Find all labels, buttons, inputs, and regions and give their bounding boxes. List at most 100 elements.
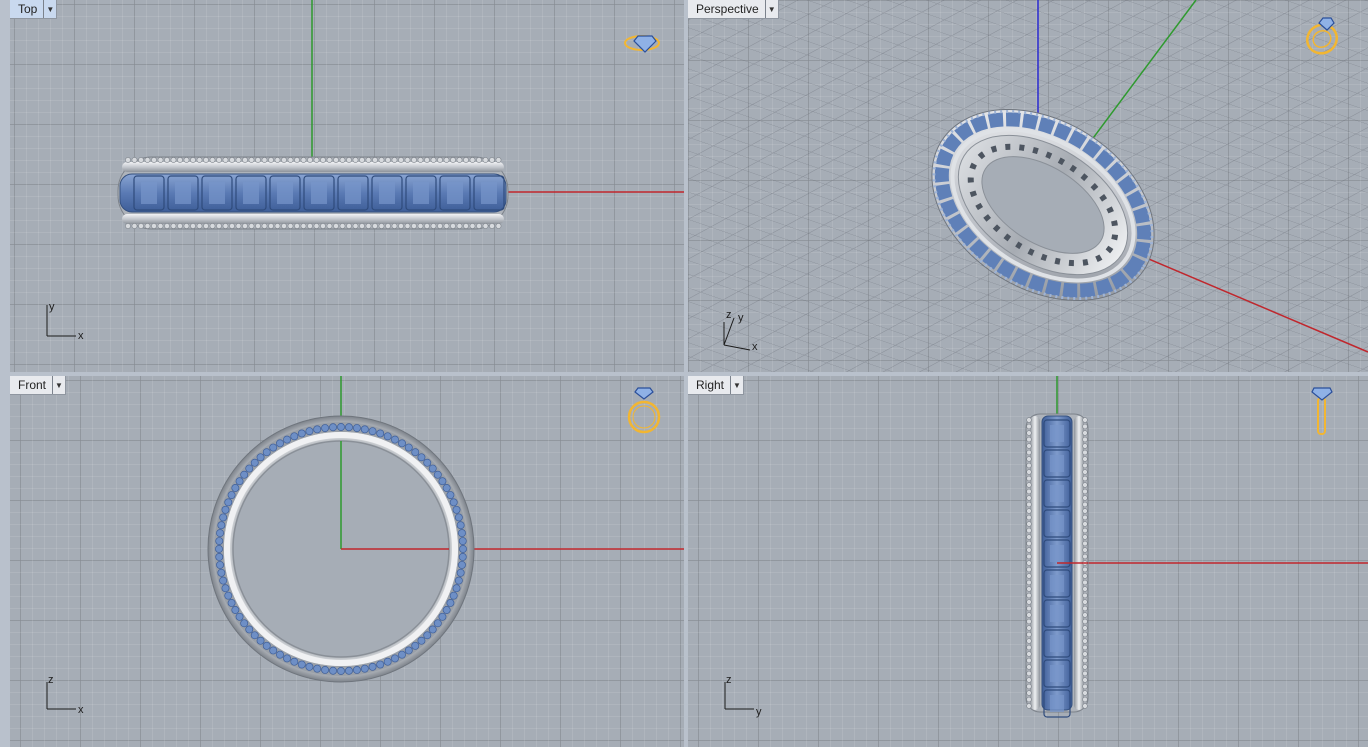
pave-stone	[345, 666, 353, 675]
pave-stone	[290, 657, 299, 666]
pave-stone	[216, 529, 224, 538]
viewport-top[interactable]: y x Top ▼	[10, 0, 684, 372]
gem-facet	[243, 182, 259, 204]
pave-stone	[333, 223, 339, 229]
pave-stone	[1082, 553, 1088, 560]
pave-stone	[151, 223, 157, 229]
viewport-tab-top[interactable]: Top ▼	[10, 0, 58, 19]
pave-stone	[1082, 501, 1088, 508]
pave-stone	[1026, 423, 1032, 430]
pave-stone	[215, 537, 224, 545]
pave-stone	[1026, 664, 1032, 670]
pave-stone	[489, 223, 495, 229]
pave-stone	[417, 636, 426, 645]
pave-stone	[1082, 690, 1088, 696]
pave-stone	[1026, 592, 1032, 599]
ring-top-view	[117, 156, 509, 230]
pave-stone	[326, 223, 333, 229]
pave-stone	[245, 464, 254, 473]
pave-stone	[313, 223, 320, 229]
gem-facet	[1050, 665, 1064, 682]
pave-stone	[1026, 527, 1032, 534]
pave-stone	[287, 223, 294, 229]
pave-stone	[1082, 586, 1088, 592]
pave-stone	[209, 223, 216, 229]
viewport-tab-right[interactable]: Right ▼	[688, 376, 745, 395]
gem-facet	[1050, 455, 1064, 472]
pave-stone	[261, 157, 268, 163]
caret-down-icon[interactable]: ▼	[764, 0, 778, 18]
pave-stone	[125, 223, 131, 229]
ring-orientation-icon[interactable]	[624, 384, 664, 438]
pave-stone	[287, 157, 294, 163]
caret-down-icon[interactable]: ▼	[730, 376, 743, 394]
pave-stone	[443, 223, 450, 229]
viewport-tab-perspective[interactable]: Perspective ▼	[688, 0, 779, 19]
pave-stone	[131, 157, 138, 163]
pave-stone	[346, 223, 352, 229]
gem-facet	[1050, 635, 1064, 652]
ring-orientation-icon[interactable]	[1308, 384, 1338, 440]
pave-stone	[1082, 423, 1088, 430]
pave-stone	[383, 657, 392, 666]
pave-stone	[489, 157, 495, 163]
pave-stone	[300, 223, 307, 229]
viewport-tab-front[interactable]: Front ▼	[10, 376, 67, 395]
pave-stone	[283, 654, 291, 663]
caret-down-icon[interactable]: ▼	[52, 376, 65, 394]
pave-stone	[1026, 566, 1032, 573]
pave-stone	[170, 223, 177, 229]
pave-stone	[1082, 475, 1088, 482]
pave-stone	[385, 223, 391, 229]
pave-stone	[391, 223, 398, 229]
ring-orientation-icon[interactable]	[1302, 14, 1346, 60]
pave-stone	[437, 157, 443, 163]
viewport-title: Top	[18, 2, 38, 16]
pave-stone	[1082, 488, 1088, 495]
gem-facet	[141, 182, 157, 204]
pave-stone	[196, 157, 203, 163]
pave-stone	[235, 157, 242, 163]
pave-stone	[1026, 599, 1032, 605]
pave-stone	[183, 157, 190, 163]
viewport-right[interactable]: z y Right ▼	[688, 376, 1368, 747]
pave-stone	[256, 636, 265, 645]
axis-label-y: y	[756, 706, 762, 718]
pave-stone	[1082, 573, 1088, 579]
pave-stone	[458, 553, 467, 561]
pave-stone	[463, 223, 469, 229]
pave-stone	[1082, 527, 1088, 534]
pave-stone	[268, 157, 274, 163]
pave-stone	[1026, 651, 1032, 657]
pave-stone	[215, 545, 223, 553]
pave-stone	[1082, 703, 1088, 709]
pave-stone	[1082, 631, 1088, 638]
pave-stone	[428, 625, 437, 634]
pave-stone	[372, 223, 378, 229]
viewport-perspective[interactable]: z y x Perspective ▼	[688, 0, 1368, 372]
pave-stone	[1082, 625, 1088, 631]
pave-stone	[1026, 586, 1032, 592]
pave-stone	[297, 429, 306, 438]
axis-label-x: x	[78, 330, 84, 342]
pave-stone	[229, 157, 235, 163]
pave-stone	[1082, 638, 1088, 644]
caret-down-icon[interactable]: ▼	[43, 0, 56, 18]
pave-stone	[1026, 631, 1032, 638]
pave-stone	[1082, 592, 1088, 599]
ring-orientation-icon[interactable]	[622, 28, 666, 56]
pave-stone	[164, 157, 170, 163]
pave-stone	[430, 223, 437, 229]
pave-stone	[1082, 449, 1088, 456]
pave-stone	[1026, 703, 1032, 709]
gem-facet	[413, 182, 429, 204]
pave-stone	[476, 223, 482, 229]
pave-stone	[376, 429, 385, 438]
perspective-scene: z y x	[688, 0, 1368, 372]
pave-stone	[424, 157, 430, 163]
pave-stone	[215, 553, 224, 561]
pave-stone	[1082, 436, 1088, 443]
pave-stone	[1082, 566, 1088, 573]
viewport-front[interactable]: z x Front ▼	[10, 376, 684, 747]
pave-stone	[1026, 677, 1032, 683]
